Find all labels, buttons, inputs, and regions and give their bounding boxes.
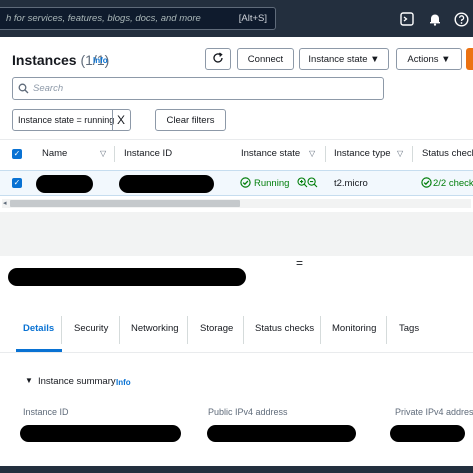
column-divider[interactable] xyxy=(412,146,413,162)
summary-info-link[interactable]: Info xyxy=(116,378,131,387)
zoom-out-icon[interactable] xyxy=(307,177,318,191)
tab-storage[interactable]: Storage xyxy=(200,323,233,334)
instance-type-value: t2.micro xyxy=(334,178,368,189)
instance-name-redacted xyxy=(36,175,93,193)
global-search-input[interactable]: h for services, features, blogs, docs, a… xyxy=(0,7,276,30)
tab-separator xyxy=(187,316,188,344)
refresh-icon xyxy=(212,51,224,67)
instances-search-input[interactable]: Search xyxy=(12,77,384,100)
tab-monitoring[interactable]: Monitoring xyxy=(332,323,376,334)
row-checkbox[interactable]: ✓ xyxy=(12,178,22,188)
bell-icon[interactable] xyxy=(426,10,444,28)
tab-separator xyxy=(61,316,62,344)
tab-separator xyxy=(243,316,244,344)
tab-separator xyxy=(386,316,387,344)
instance-state-value: Running xyxy=(254,178,290,189)
tabs-bottom-border xyxy=(0,352,473,353)
select-all-checkbox[interactable]: ✓ xyxy=(12,149,22,159)
status-check-value: 2/2 checks xyxy=(433,178,473,189)
tab-status-checks[interactable]: Status checks xyxy=(255,323,314,334)
filter-token-label: Instance state = running xyxy=(18,115,115,125)
tab-separator xyxy=(320,316,321,344)
bottom-frame xyxy=(0,466,473,473)
cloudshell-icon[interactable] xyxy=(398,10,416,28)
filter-token-divider xyxy=(112,110,113,130)
table-top-border xyxy=(0,139,473,140)
horizontal-scrollbar-thumb[interactable] xyxy=(10,200,240,207)
tab-separator xyxy=(119,316,120,344)
tab-security[interactable]: Security xyxy=(74,323,108,334)
tab-networking[interactable]: Networking xyxy=(131,323,179,334)
remove-filter-button[interactable]: X xyxy=(117,113,125,127)
field-label-public-ipv4: Public IPv4 address xyxy=(208,407,288,417)
search-placeholder: Search xyxy=(33,83,64,94)
launch-instances-button[interactable] xyxy=(466,48,473,70)
public-ipv4-value-redacted xyxy=(207,425,356,442)
field-label-instance-id: Instance ID xyxy=(23,407,69,417)
instances-title: Instances xyxy=(12,52,77,68)
instance-summary-heading[interactable]: Instance summary xyxy=(38,376,116,387)
collapse-caret-icon[interactable]: ▼ xyxy=(25,376,33,385)
refresh-button[interactable] xyxy=(205,48,231,70)
actions-dropdown[interactable]: Actions ▼ xyxy=(396,48,462,70)
instance-id-value-redacted xyxy=(20,425,181,442)
sort-icon[interactable]: ▽ xyxy=(397,149,403,158)
column-header-instance-type[interactable]: Instance type xyxy=(334,148,391,159)
field-label-private-ipv4: Private IPv4 addresse xyxy=(395,407,473,417)
panel-gap xyxy=(0,212,473,256)
info-link[interactable]: Info xyxy=(93,56,108,65)
connect-button[interactable]: Connect xyxy=(237,48,294,70)
column-header-instance-id[interactable]: Instance ID xyxy=(124,148,172,159)
split-panel-handle[interactable]: = xyxy=(296,256,303,270)
column-header-name[interactable]: Name xyxy=(42,148,67,159)
sort-icon[interactable]: ▽ xyxy=(100,149,106,158)
search-shortcut-hint: [Alt+S] xyxy=(238,13,267,24)
help-icon[interactable] xyxy=(452,10,470,28)
sort-icon[interactable]: ▽ xyxy=(309,149,315,158)
scroll-left-arrow[interactable]: ◂ xyxy=(3,199,7,207)
instance-state-dropdown[interactable]: Instance state ▼ xyxy=(299,48,389,70)
column-header-instance-state[interactable]: Instance state xyxy=(241,148,300,159)
tab-details[interactable]: Details xyxy=(23,323,54,334)
column-header-status-check[interactable]: Status check xyxy=(422,148,473,159)
tab-tags[interactable]: Tags xyxy=(399,323,419,334)
column-divider[interactable] xyxy=(114,146,115,162)
running-status-icon xyxy=(240,177,251,191)
filter-token: Instance state = running X xyxy=(12,109,131,131)
column-divider[interactable] xyxy=(325,146,326,162)
clear-filters-button[interactable]: Clear filters xyxy=(155,109,226,131)
instance-id-redacted[interactable] xyxy=(119,175,214,193)
global-search-placeholder: h for services, features, blogs, docs, a… xyxy=(6,13,201,24)
private-ipv4-value-redacted xyxy=(390,425,465,442)
status-check-icon xyxy=(421,177,432,191)
search-icon xyxy=(18,83,29,97)
instance-heading-redacted xyxy=(8,268,246,286)
